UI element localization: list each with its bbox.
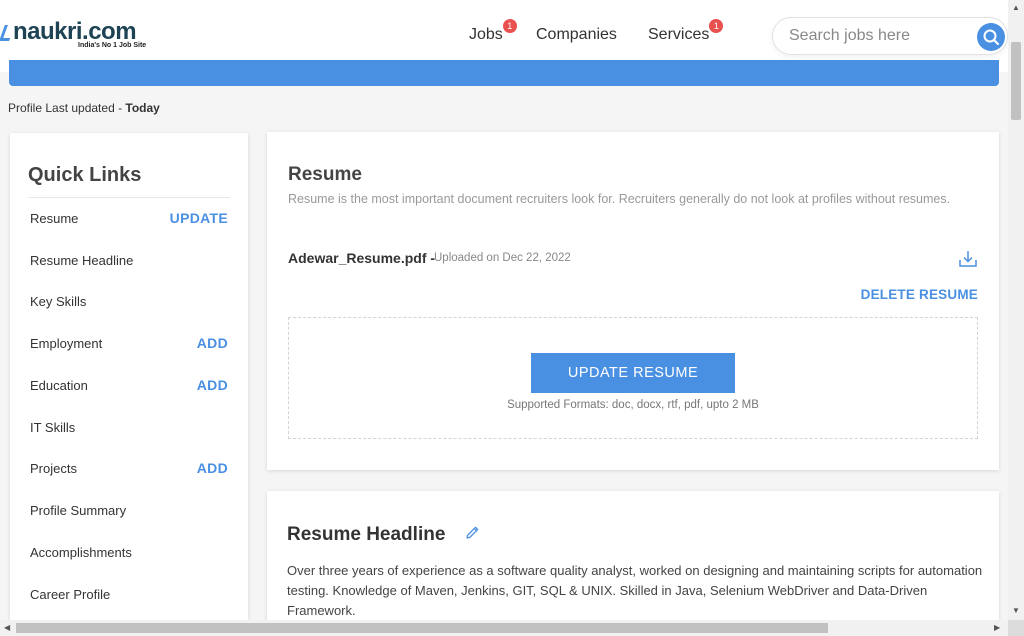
scroll-right-arrow-icon[interactable]: ▶ <box>994 623 1000 632</box>
scrollbar-corner <box>1008 620 1024 636</box>
nav-companies-label: Companies <box>536 26 617 43</box>
scroll-up-arrow-icon[interactable]: ▲ <box>1012 3 1020 12</box>
quick-link-label: Employment <box>30 336 103 351</box>
logo-tagline: India's No 1 Job Site <box>78 42 147 49</box>
quick-link-label: Accomplishments <box>30 545 132 560</box>
quick-link-resume-headline[interactable]: Resume Headline <box>30 253 228 268</box>
search-bar <box>772 17 1008 55</box>
resume-title: Resume <box>288 164 362 185</box>
quick-link-resume[interactable]: Resume UPDATE <box>30 210 228 226</box>
search-button[interactable] <box>977 23 1005 51</box>
pencil-icon[interactable] <box>464 525 480 541</box>
vertical-scrollbar[interactable]: ▲ ▼ <box>1008 0 1024 620</box>
nav-jobs-label: Jobs <box>469 26 503 43</box>
quick-link-label: Career Profile <box>30 587 111 602</box>
profile-banner <box>9 60 999 86</box>
quick-link-profile-summary[interactable]: Profile Summary <box>30 503 228 518</box>
quick-link-education[interactable]: Education ADD <box>30 377 228 393</box>
quick-link-accomplishments[interactable]: Accomplishments <box>30 545 228 560</box>
quick-link-employment[interactable]: Employment ADD <box>30 335 228 351</box>
vertical-scroll-thumb[interactable] <box>1011 42 1021 120</box>
quick-link-label: Key Skills <box>30 294 87 309</box>
resume-update-link[interactable]: UPDATE <box>170 210 228 226</box>
nav-services-label: Services <box>648 26 710 43</box>
quick-link-label: Resume <box>30 211 79 226</box>
nav-services[interactable]: Services 1 <box>648 19 724 44</box>
resume-headline-card: Resume Headline Over three years of expe… <box>267 491 999 621</box>
nav-companies[interactable]: Companies <box>536 26 617 44</box>
resume-description: Resume is the most important document re… <box>288 192 951 206</box>
quick-links-divider <box>28 197 230 198</box>
resume-headline-text: Over three years of experience as a soft… <box>287 563 983 618</box>
quick-link-career-profile[interactable]: Career Profile <box>30 587 228 602</box>
quick-links-panel: Quick Links Resume UPDATE Resume Headlin… <box>10 133 248 623</box>
quick-link-label: Education <box>30 378 88 393</box>
quick-link-label: IT Skills <box>30 420 76 435</box>
quick-link-label: Resume Headline <box>30 253 134 268</box>
updated-prefix: Profile Last updated - <box>8 101 126 115</box>
resume-upload-date: Uploaded on Dec 22, 2022 <box>434 252 571 264</box>
scroll-down-arrow-icon[interactable]: ▼ <box>1012 606 1020 615</box>
quick-link-label: Projects <box>30 461 77 476</box>
quick-links-title: Quick Links <box>28 164 142 186</box>
jobs-notification-badge: 1 <box>502 19 517 33</box>
updated-value: Today <box>125 101 160 115</box>
resume-upload-area: UPDATE RESUME Supported Formats: doc, do… <box>288 317 978 439</box>
search-icon <box>983 29 999 45</box>
resume-headline-title: Resume Headline <box>287 524 446 545</box>
nav-jobs[interactable]: Jobs 1 <box>469 19 517 44</box>
profile-last-updated: Profile Last updated - Today <box>8 101 160 115</box>
projects-add-link[interactable]: ADD <box>197 460 228 476</box>
scroll-left-arrow-icon[interactable]: ◀ <box>4 623 10 632</box>
logo-text: naukri.com <box>0 18 146 45</box>
education-add-link[interactable]: ADD <box>197 377 228 393</box>
employment-add-link[interactable]: ADD <box>197 335 228 351</box>
quick-link-it-skills[interactable]: IT Skills <box>30 420 228 435</box>
supported-formats-text: Supported Formats: doc, docx, rtf, pdf, … <box>507 399 759 411</box>
download-icon[interactable] <box>957 249 979 269</box>
search-input[interactable] <box>789 27 969 45</box>
naukri-logo[interactable]: naukri.com India's No 1 Job Site <box>0 18 147 49</box>
services-notification-badge: 1 <box>709 19 724 33</box>
resume-file-name: Adewar_Resume.pdf - <box>288 250 436 266</box>
logo-name: naukri.com <box>13 18 137 45</box>
delete-resume-button[interactable]: DELETE RESUME <box>861 287 978 302</box>
quick-link-label: Profile Summary <box>30 503 127 518</box>
horizontal-scroll-thumb[interactable] <box>16 623 828 633</box>
update-resume-button[interactable]: UPDATE RESUME <box>531 353 735 393</box>
quick-link-projects[interactable]: Projects ADD <box>30 460 228 476</box>
quick-link-key-skills[interactable]: Key Skills <box>30 294 228 309</box>
horizontal-scrollbar[interactable]: ◀ ▶ <box>0 620 1008 636</box>
resume-card: Resume Resume is the most important docu… <box>267 132 999 470</box>
